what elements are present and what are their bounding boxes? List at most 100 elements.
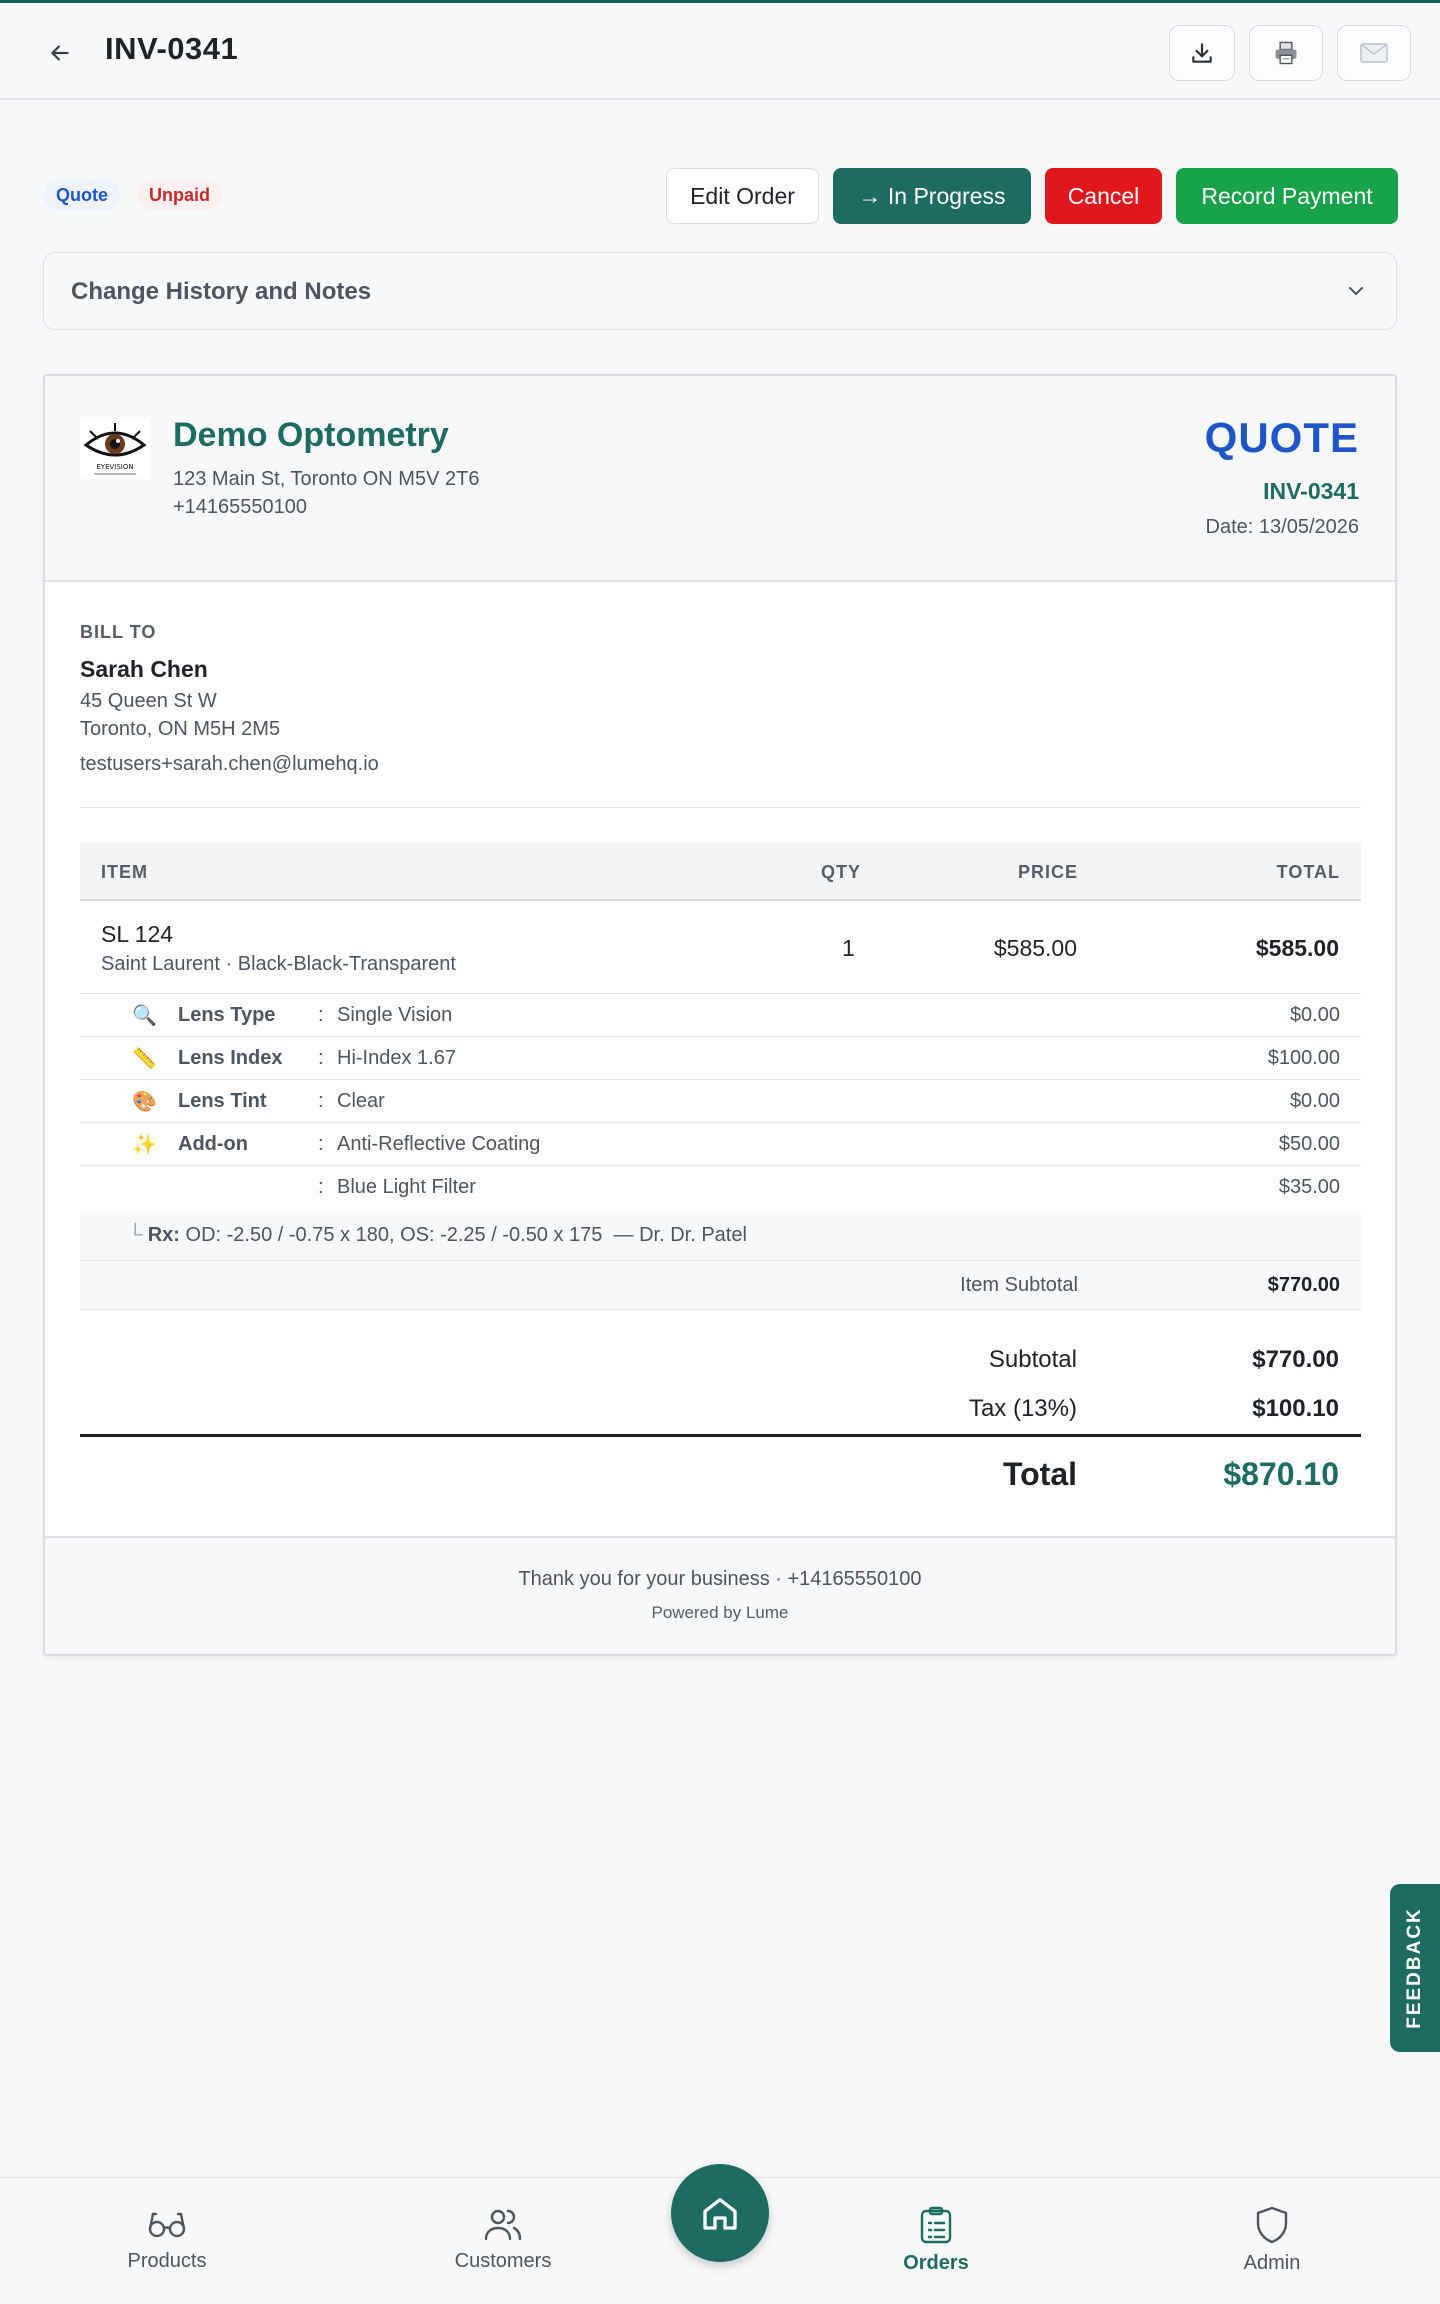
nav-customers[interactable]: Customers (413, 2206, 593, 2273)
status-badge-unpaid: Unpaid (137, 180, 222, 210)
tax-label: Tax (13%) (968, 1395, 1077, 1422)
option-row-lens-type: 🔍 Lens Type : Single Vision $0.00 (80, 994, 1361, 1037)
option-label: Add-on (178, 1133, 248, 1155)
option-price: $0.00 (1289, 1090, 1340, 1112)
nav-admin[interactable]: Admin (1182, 2206, 1362, 2275)
palette-icon: 🎨 (132, 1091, 157, 1113)
shield-icon (1256, 2206, 1288, 2244)
rx-prefix: └ (128, 1224, 143, 1246)
record-payment-button[interactable]: Record Payment (1176, 168, 1398, 224)
nav-label: Admin (1243, 2252, 1301, 2274)
option-value: Anti-Reflective Coating (337, 1133, 541, 1155)
invoice-number: INV-0341 (1263, 478, 1359, 504)
download-button[interactable] (1169, 25, 1235, 81)
eye-logo-icon: EYEVISION (83, 423, 147, 475)
option-price: $50.00 (1278, 1133, 1340, 1155)
item-subtitle: Saint Laurent · Black-Black-Transparent (101, 953, 456, 975)
nav-label: Orders (903, 2252, 969, 2274)
logo-text: EYEVISION (96, 463, 133, 471)
tax-value: $100.10 (1252, 1395, 1339, 1422)
chevron-down-icon (1349, 287, 1363, 295)
column-total: TOTAL (1276, 862, 1340, 882)
invoice-card: EYEVISION Demo Optometry 123 Main St, To… (43, 374, 1397, 1656)
document-type: QUOTE (1204, 414, 1359, 461)
customer-address-line1: 45 Queen St W (80, 690, 217, 712)
customer-email: testusers+sarah.chen@lumehq.io (80, 753, 379, 775)
feedback-tab[interactable]: FEEDBACK (1390, 1884, 1440, 2052)
bill-to-label: BILL TO (80, 622, 157, 642)
prescription-text: └ Rx: OD: -2.50 / -0.75 x 180, OS: -2.25… (128, 1224, 747, 1247)
feedback-label: FEEDBACK (1404, 1907, 1425, 2029)
option-label: Lens Type (178, 1004, 276, 1026)
table-header: ITEM QTY PRICE TOTAL (80, 843, 1361, 901)
nav-label: Products (127, 2250, 207, 2272)
edit-order-button[interactable]: Edit Order (666, 168, 819, 224)
nav-products[interactable]: Products (77, 2206, 257, 2273)
clipboard-icon (920, 2206, 952, 2244)
column-item: ITEM (101, 862, 148, 882)
status-badge-quote: Quote (44, 180, 120, 210)
item-price: $585.00 (993, 935, 1077, 961)
top-bar: INV-0341 (0, 0, 1440, 100)
option-row-lens-index: 📏 Lens Index : Hi-Index 1.67 $100.00 (80, 1037, 1361, 1080)
total-label: Total (1002, 1456, 1077, 1492)
users-icon (484, 2209, 522, 2241)
column-qty: QTY (821, 862, 862, 882)
back-button[interactable] (40, 33, 80, 73)
business-phone: +14165550100 (173, 496, 308, 518)
option-colon: : (318, 1133, 324, 1155)
option-price: $0.00 (1289, 1004, 1340, 1026)
business-logo: EYEVISION (80, 419, 150, 479)
item-subtotal-value: $770.00 (1267, 1274, 1340, 1296)
rx-values: OD: -2.50 / -0.75 x 180, OS: -2.25 / -0.… (185, 1224, 603, 1246)
home-button[interactable] (671, 2164, 769, 2262)
thanks-text: Thank you for your business · +141655501… (518, 1568, 922, 1590)
option-value: Clear (337, 1090, 385, 1112)
item-qty: 1 (842, 935, 855, 961)
customer-address-line2: Toronto, ON M5H 2M5 (80, 718, 281, 740)
item-total: $585.00 (1255, 935, 1339, 961)
option-colon: : (318, 1176, 324, 1198)
option-label: Lens Index (178, 1047, 283, 1069)
option-price: $35.00 (1278, 1176, 1340, 1198)
customer-name: Sarah Chen (80, 656, 208, 682)
invoice-header: EYEVISION Demo Optometry 123 Main St, To… (45, 376, 1395, 582)
in-progress-button[interactable]: → In Progress (833, 168, 1031, 224)
divider (80, 1434, 1361, 1437)
divider (80, 807, 1361, 808)
column-price: PRICE (1017, 862, 1078, 882)
option-row-add-on-2: : Blue Light Filter $35.00 (80, 1166, 1361, 1209)
subtotal-value: $770.00 (1252, 1346, 1339, 1373)
email-button[interactable] (1337, 25, 1411, 81)
invoice-date: Date: 13/05/2026 (1205, 516, 1359, 538)
home-icon (703, 2198, 737, 2230)
change-history-accordion[interactable]: Change History and Notes (43, 252, 1397, 330)
item-subtotal-row: Item Subtotal $770.00 (80, 1261, 1361, 1310)
glasses-icon (148, 2212, 186, 2238)
cancel-button[interactable]: Cancel (1045, 168, 1162, 224)
option-colon: : (318, 1047, 324, 1069)
page-title: INV-0341 (105, 31, 239, 66)
subtotal-label: Subtotal (988, 1346, 1077, 1373)
nav-label: Customers (454, 2250, 552, 2272)
item-name: SL 124 (101, 921, 174, 947)
printer-icon (1275, 41, 1297, 65)
sparkles-icon: ✨ (132, 1134, 157, 1156)
option-label: Lens Tint (178, 1090, 267, 1112)
option-price: $100.00 (1267, 1047, 1340, 1069)
option-colon: : (318, 1004, 324, 1026)
option-row-lens-tint: 🎨 Lens Tint : Clear $0.00 (80, 1080, 1361, 1123)
print-button[interactable] (1249, 25, 1323, 81)
change-history-label: Change History and Notes (71, 278, 372, 305)
total-value: $870.10 (1223, 1456, 1339, 1492)
option-value: Blue Light Filter (337, 1176, 476, 1198)
powered-by-text: Powered by Lume (651, 1603, 789, 1622)
magnifier-icon: 🔍 (132, 1005, 157, 1027)
download-icon (1192, 43, 1212, 63)
nav-orders[interactable]: Orders (846, 2206, 1026, 2275)
ruler-icon: 📏 (132, 1048, 157, 1070)
invoice-footer: Thank you for your business · +141655501… (45, 1536, 1395, 1654)
mail-icon (1360, 43, 1388, 63)
item-subtotal-label: Item Subtotal (960, 1274, 1078, 1296)
option-value: Single Vision (337, 1004, 453, 1026)
